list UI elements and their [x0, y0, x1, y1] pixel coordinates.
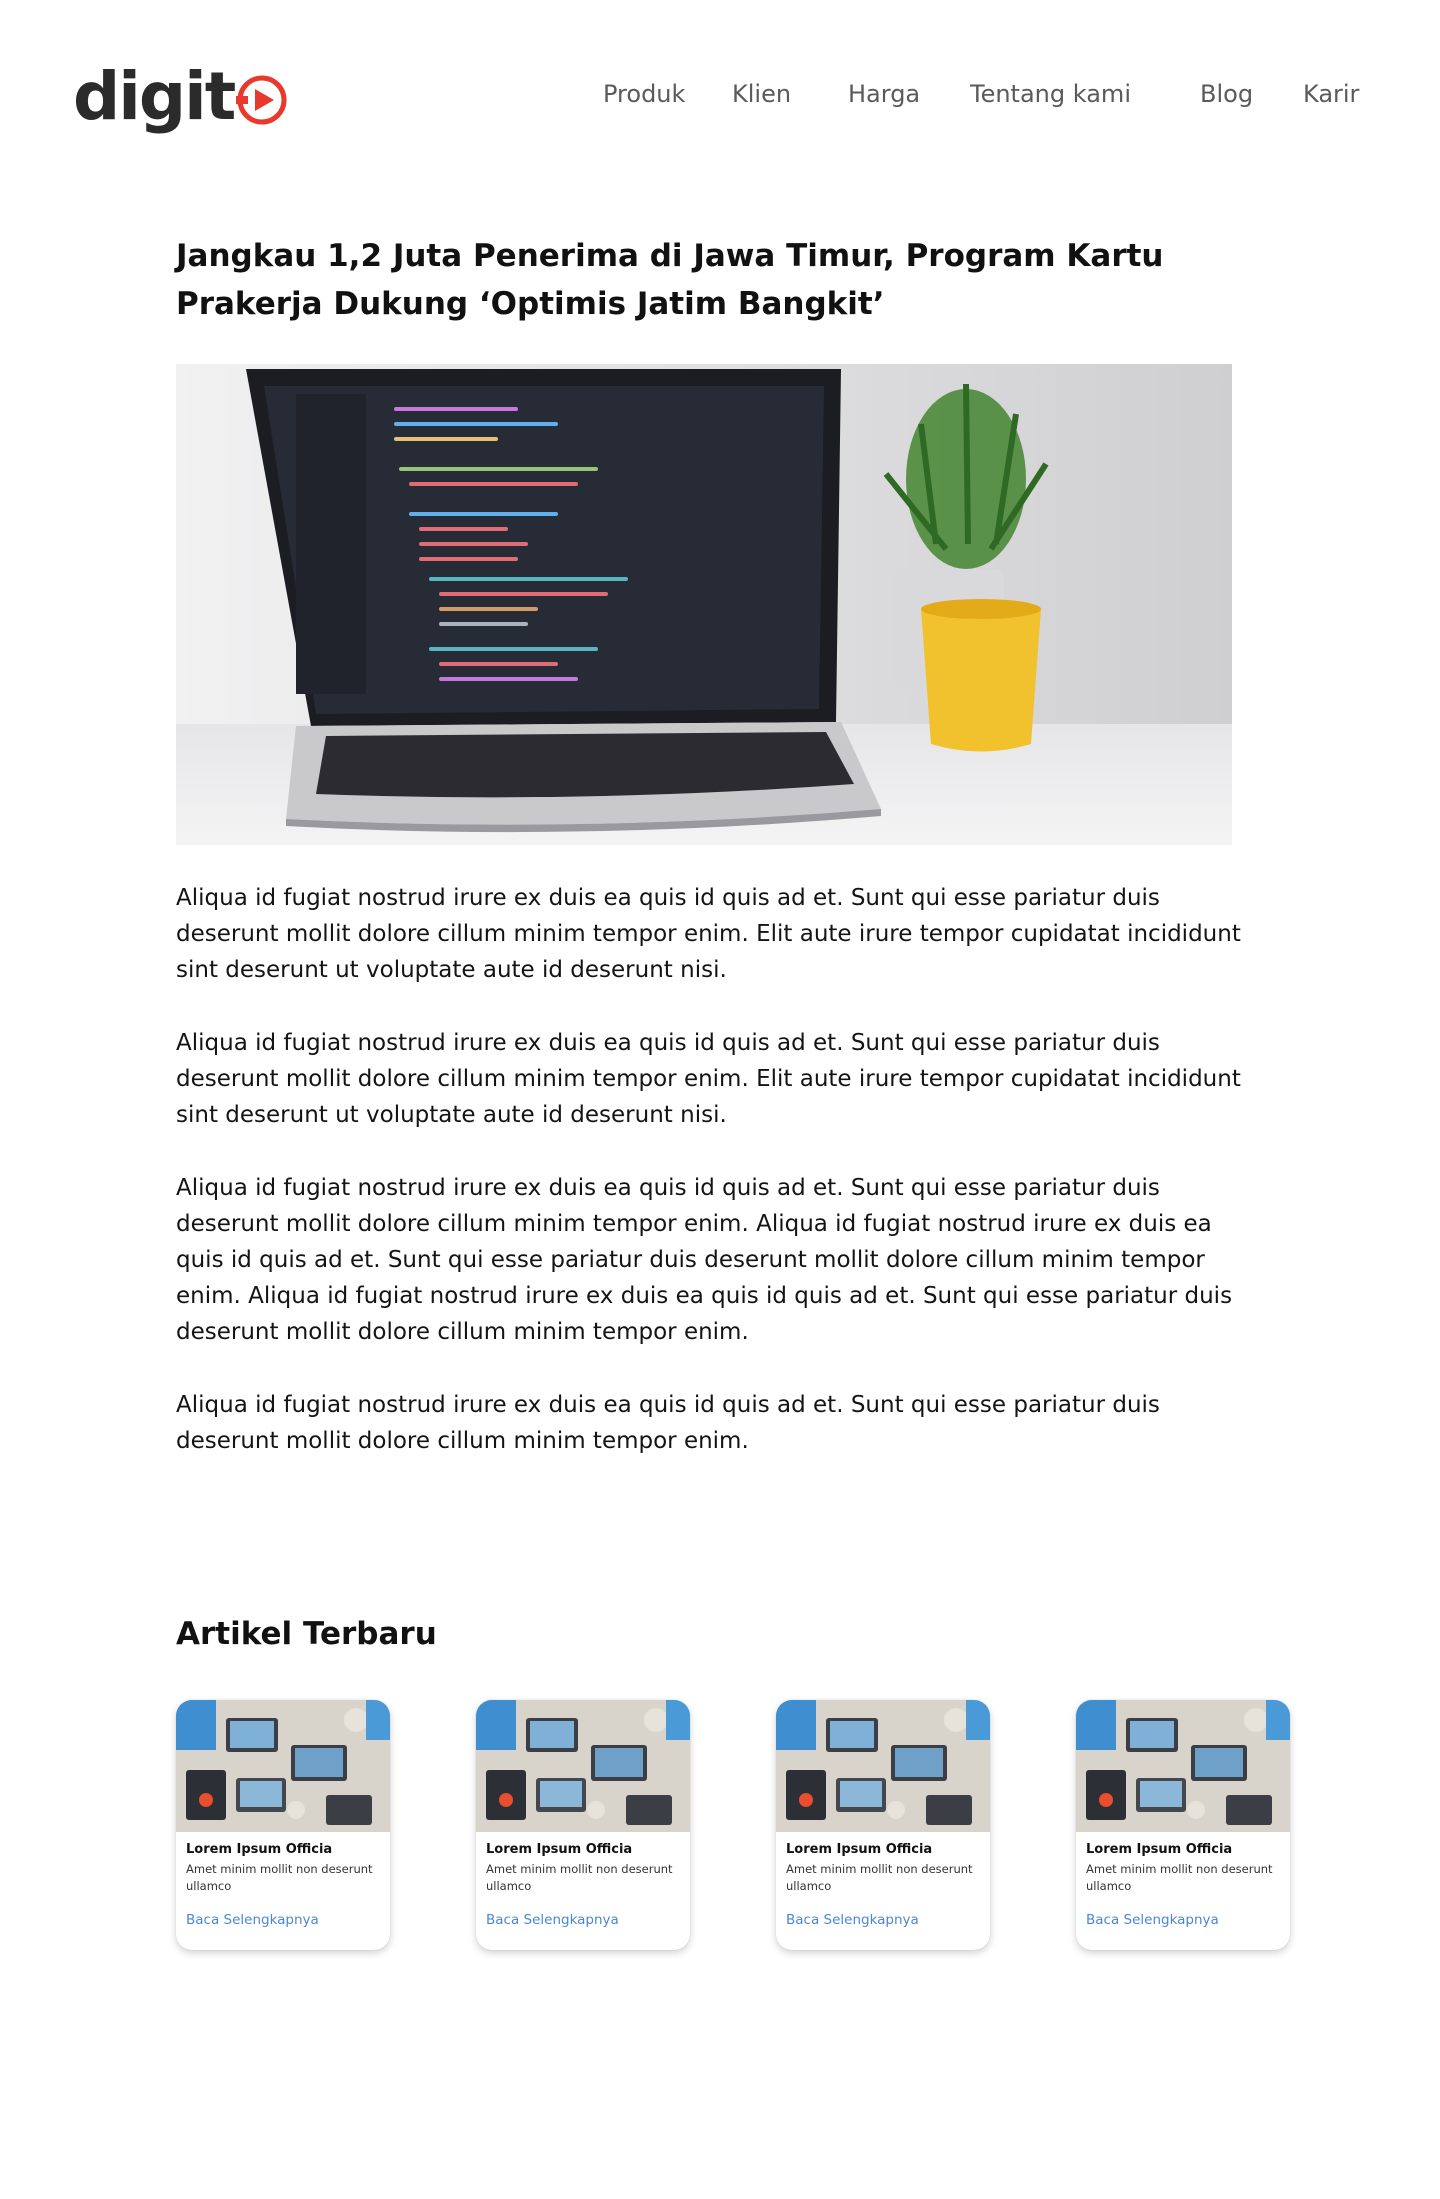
card-title: Lorem Ipsum Officia	[486, 1842, 633, 1857]
card-description: Amet minim mollit non deserunt ullamco	[786, 1862, 973, 1893]
nav-item-klien[interactable]: Klien	[732, 80, 791, 108]
latest-articles-heading: Artikel Terbaru	[176, 1616, 437, 1652]
card-title: Lorem Ipsum Officia	[1086, 1842, 1233, 1857]
article: Jangkau 1,2 Juta Penerima di Jawa Timur,…	[176, 232, 1256, 1454]
card-title: Lorem Ipsum Officia	[186, 1842, 333, 1857]
article-hero-image	[176, 364, 1232, 845]
article-card[interactable]: Lorem Ipsum Officia Amet minim mollit no…	[776, 1700, 990, 1950]
card-description: Amet minim mollit non deserunt ullamco	[486, 1862, 673, 1893]
card-read-more-link[interactable]: Baca Selengkapnya	[186, 1912, 319, 1928]
team-desk-image	[776, 1700, 990, 1832]
card-description: Amet minim mollit non deserunt ullamco	[186, 1862, 373, 1893]
team-desk-image	[176, 1700, 390, 1832]
article-card[interactable]: Lorem Ipsum Officia Amet minim mollit no…	[176, 1700, 390, 1950]
nav-item-harga[interactable]: Harga	[848, 80, 920, 108]
article-title: Jangkau 1,2 Juta Penerima di Jawa Timur,…	[176, 238, 1164, 322]
nav-item-karir[interactable]: Karir	[1303, 80, 1359, 108]
article-body: Aliqua id fugiat nostrud irure ex duis e…	[176, 880, 1256, 1496]
article-card[interactable]: Lorem Ipsum Officia Amet minim mollit no…	[476, 1700, 690, 1950]
article-paragraph: Aliqua id fugiat nostrud irure ex duis e…	[176, 1030, 1241, 1128]
site-header: digit Produk Klien Harga Tentang kami Bl…	[0, 0, 1440, 200]
main-nav: Produk Klien Harga Tentang kami Blog Kar…	[0, 80, 1440, 114]
nav-item-tentang-kami[interactable]: Tentang kami	[970, 80, 1131, 108]
latest-articles-section: Artikel Terbaru Lorem Ipsum Officia Amet…	[176, 1612, 1296, 1950]
card-description: Amet minim mollit non deserunt ullamco	[1086, 1862, 1273, 1893]
article-paragraph: Aliqua id fugiat nostrud irure ex duis e…	[176, 1175, 1233, 1345]
nav-item-blog[interactable]: Blog	[1200, 80, 1253, 108]
article-card-list: Lorem Ipsum Officia Amet minim mollit no…	[176, 1700, 1296, 1960]
card-title: Lorem Ipsum Officia	[786, 1842, 933, 1857]
article-paragraph: Aliqua id fugiat nostrud irure ex duis e…	[176, 1392, 1160, 1454]
card-read-more-link[interactable]: Baca Selengkapnya	[1086, 1912, 1219, 1928]
article-paragraph: Aliqua id fugiat nostrud irure ex duis e…	[176, 885, 1241, 983]
team-desk-image	[476, 1700, 690, 1832]
card-read-more-link[interactable]: Baca Selengkapnya	[786, 1912, 919, 1928]
article-card[interactable]: Lorem Ipsum Officia Amet minim mollit no…	[1076, 1700, 1290, 1950]
team-desk-image	[1076, 1700, 1290, 1832]
nav-item-produk[interactable]: Produk	[603, 80, 685, 108]
card-read-more-link[interactable]: Baca Selengkapnya	[486, 1912, 619, 1928]
